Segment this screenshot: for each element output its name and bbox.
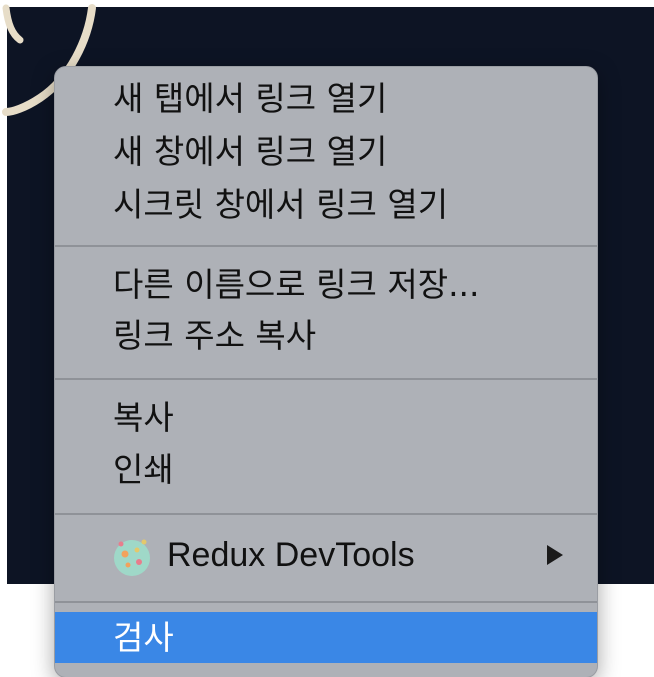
menu-item-open-link-new-tab[interactable]: 새 탭에서 링크 열기 — [55, 72, 597, 126]
menu-item-redux-devtools[interactable]: Redux DevTools — [55, 525, 597, 589]
submenu-arrow-icon — [547, 545, 563, 565]
menu-item-label: 링크 주소 복사 — [113, 316, 317, 355]
menu-item-label: 새 창에서 링크 열기 — [113, 132, 388, 171]
menu-item-copy-link-address[interactable]: 링크 주소 복사 — [55, 309, 597, 363]
menu-item-label: 복사 — [113, 398, 174, 437]
menu-item-copy[interactable]: 복사 — [55, 391, 597, 445]
screenshot-stage: 새 탭에서 링크 열기 새 창에서 링크 열기 시크릿 창에서 링크 열기 다른… — [0, 0, 654, 677]
menu-item-label: 다른 이름으로 링크 저장... — [113, 265, 480, 304]
menu-item-print[interactable]: 인쇄 — [55, 443, 597, 497]
menu-separator — [55, 245, 597, 247]
menu-item-open-link-new-window[interactable]: 새 창에서 링크 열기 — [55, 125, 597, 179]
menu-separator — [55, 513, 597, 515]
menu-item-inspect[interactable]: 검사 — [55, 612, 597, 663]
menu-separator — [55, 378, 597, 380]
menu-item-save-link-as[interactable]: 다른 이름으로 링크 저장... — [55, 258, 597, 312]
menu-item-label: 검사 — [113, 618, 174, 657]
context-menu: 새 탭에서 링크 열기 새 창에서 링크 열기 시크릿 창에서 링크 열기 다른… — [54, 66, 598, 677]
menu-separator — [55, 601, 597, 603]
redux-devtools-icon — [114, 539, 150, 576]
menu-item-label: 시크릿 창에서 링크 열기 — [113, 185, 449, 224]
menu-item-label: 새 탭에서 링크 열기 — [113, 79, 388, 118]
menu-item-label: Redux DevTools — [167, 536, 415, 574]
menu-item-open-link-incognito[interactable]: 시크릿 창에서 링크 열기 — [55, 178, 597, 232]
menu-item-label: 인쇄 — [113, 450, 174, 489]
